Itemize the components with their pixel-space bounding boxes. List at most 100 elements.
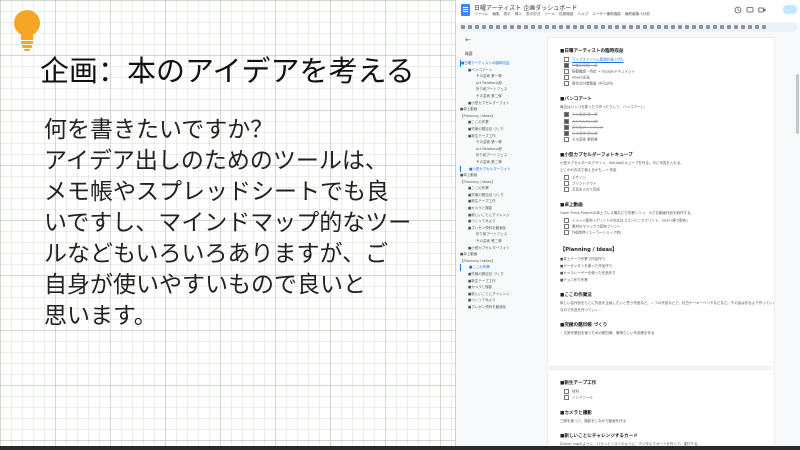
toolbar-button-icon[interactable] bbox=[495, 25, 500, 29]
toolbar-button-icon[interactable] bbox=[523, 25, 528, 29]
comment-icon[interactable] bbox=[746, 6, 754, 14]
outline-item[interactable]: その芸術 第一弾 bbox=[460, 139, 542, 146]
outline-item[interactable]: ■日曜アーティストの臨時収益 bbox=[460, 60, 542, 67]
toolbar-button-icon[interactable] bbox=[572, 25, 577, 29]
outline-item[interactable]: ■卓上動画 bbox=[460, 106, 542, 113]
menu-item[interactable]: 編集 bbox=[492, 12, 499, 16]
outline-item[interactable]: ■プレゼン資料を動画化 bbox=[460, 225, 542, 232]
toolbar-button-icon[interactable] bbox=[488, 25, 493, 29]
outline-item[interactable]: ■つくってみよう bbox=[460, 218, 542, 225]
docs-logo-icon[interactable] bbox=[461, 4, 470, 16]
toolbar-button-icon[interactable] bbox=[579, 25, 584, 29]
document-title[interactable]: 日曜アーティスト 企画ダッシュボード bbox=[474, 3, 577, 12]
toolbar-button-icon[interactable] bbox=[509, 25, 514, 29]
outline-item[interactable]: ■究極の題目目 づくり bbox=[460, 192, 542, 199]
outline-item[interactable]: ■卓上動画 bbox=[460, 251, 542, 258]
toolbar-button-icon[interactable] bbox=[614, 25, 619, 29]
document-page[interactable]: ■日曜アーティストの臨時収益 ライブストリーム配信計画 (7月) 作業系準備 一覧振… bbox=[548, 38, 774, 366]
toolbar-button-icon[interactable] bbox=[481, 25, 486, 29]
history-icon[interactable] bbox=[734, 6, 742, 14]
toolbar-button-icon[interactable] bbox=[698, 25, 703, 29]
outline-item[interactable]: ■バンコアート bbox=[460, 67, 542, 74]
toolbar-button-icon[interactable] bbox=[537, 25, 542, 29]
outline-item[interactable]: ■プレゼン資料を動画化 bbox=[460, 304, 542, 311]
outline-item[interactable]: その芸術 第二弾 bbox=[460, 238, 542, 245]
toolbar-button-icon[interactable] bbox=[740, 25, 745, 29]
outline-item[interactable]: その芸術 第二弾 bbox=[460, 93, 542, 100]
toolbar-button-icon[interactable] bbox=[719, 25, 724, 29]
outline-item[interactable]: ■新生テープ工作 bbox=[460, 133, 542, 140]
toolbar-button-icon[interactable] bbox=[621, 25, 626, 29]
outline-item[interactable]: ■カメラと撮影 bbox=[460, 284, 542, 291]
outline-item[interactable]: 折り紙アートフェス bbox=[460, 152, 542, 159]
outline-item[interactable]: 【Planning / Ideas】 bbox=[460, 258, 542, 265]
outline-item[interactable]: ■新生テープ工作 bbox=[460, 198, 542, 205]
menu-item[interactable]: 拡張機能 bbox=[559, 12, 573, 16]
outline-item[interactable]: ■究極の題目目 づくり bbox=[460, 271, 542, 278]
scrollbar[interactable] bbox=[796, 74, 799, 134]
checklist-link[interactable]: ライブストリーム配信計画 (7月) bbox=[572, 58, 623, 62]
toolbar-button-icon[interactable] bbox=[656, 25, 661, 29]
video-icon[interactable] bbox=[758, 6, 766, 14]
menu-item[interactable]: ファイル bbox=[474, 12, 488, 16]
toolbar-button-icon[interactable] bbox=[642, 25, 647, 29]
toolbar-button-icon[interactable] bbox=[747, 25, 752, 29]
outline-item[interactable]: 折り紙アートフェス bbox=[460, 231, 542, 238]
toolbar-button-icon[interactable] bbox=[600, 25, 605, 29]
outline-item[interactable]: その芸術 第二弾 bbox=[460, 159, 542, 166]
toolbar-button-icon[interactable] bbox=[628, 25, 633, 29]
toolbar-button-icon[interactable] bbox=[761, 25, 766, 29]
outline-item[interactable]: ■卓上動画 bbox=[460, 172, 542, 179]
checklist-item[interactable]: 優先交付業務量 (4円以内) bbox=[560, 81, 764, 87]
toolbar-button-icon[interactable] bbox=[691, 25, 696, 29]
outline-item[interactable]: ■小型カプセルダーフォト bbox=[460, 245, 542, 252]
menu-item[interactable]: 挿入 bbox=[515, 12, 522, 16]
checklist-item[interactable]: 写真を入れて完成 bbox=[560, 187, 764, 193]
toolbar-button-icon[interactable] bbox=[670, 25, 675, 29]
toolbar-button-icon[interactable] bbox=[565, 25, 570, 29]
toolbar-button-icon[interactable] bbox=[502, 25, 507, 29]
toolbar-button-icon[interactable] bbox=[607, 25, 612, 29]
outline-item[interactable]: ■ここの作業 bbox=[460, 264, 542, 271]
outline-item[interactable]: ■カメラと撮影 bbox=[460, 205, 542, 212]
outline-item[interactable]: 【Planning / Ideas】 bbox=[460, 179, 542, 186]
menu-item[interactable]: ツール bbox=[544, 12, 555, 16]
toolbar-button-icon[interactable] bbox=[544, 25, 549, 29]
toolbar-button-icon[interactable] bbox=[635, 25, 640, 29]
toolbar-button-icon[interactable] bbox=[586, 25, 591, 29]
outline-item[interactable]: ■小型カプセルダーフォト bbox=[460, 100, 542, 107]
toolbar-button-icon[interactable] bbox=[663, 25, 668, 29]
outline-item[interactable]: ■つくってみよう bbox=[460, 297, 542, 304]
menu-item[interactable]: 表示形式 bbox=[526, 12, 540, 16]
menu-item[interactable]: ヘルプ bbox=[577, 12, 588, 16]
toolbar-button-icon[interactable] bbox=[649, 25, 654, 29]
menu-item[interactable]: 表示 bbox=[504, 12, 511, 16]
outline-item[interactable]: その芸術 第一弾 bbox=[460, 73, 542, 80]
checklist-item[interactable]: その芸術 第四弾 bbox=[560, 137, 764, 143]
toolbar-button-icon[interactable] bbox=[726, 25, 731, 29]
outline-item[interactable]: ■究極の題目目 づくり bbox=[460, 126, 542, 133]
outline-item[interactable]: 折り紙アートフェス bbox=[460, 86, 542, 93]
toolbar-button-icon[interactable] bbox=[530, 25, 535, 29]
outline-item[interactable]: 【Planning / Ideas】 bbox=[460, 113, 542, 120]
toolbar-button-icon[interactable] bbox=[684, 25, 689, 29]
share-button[interactable] bbox=[783, 5, 797, 14]
toolbar-button-icon[interactable] bbox=[558, 25, 563, 29]
toolbar-button-icon[interactable] bbox=[467, 25, 472, 29]
outline-item[interactable]: ■小型カプセルダーフォト bbox=[460, 165, 542, 173]
toolbar-button-icon[interactable] bbox=[593, 25, 598, 29]
checklist-item[interactable]: ハンドツール bbox=[560, 395, 764, 401]
outline-item[interactable]: Art Relations部 bbox=[460, 80, 542, 87]
toolbar-button-icon[interactable] bbox=[754, 25, 759, 29]
toolbar-button-icon[interactable] bbox=[705, 25, 710, 29]
document-page-2[interactable]: ■新生テープ工作 材料 ハンドツール ■カメラと撮影 三脚を使って、撮影をしながら動画を… bbox=[548, 370, 774, 450]
toolbar-button-icon[interactable] bbox=[460, 25, 465, 29]
outline-item[interactable]: ■新しいことにチャレンジ bbox=[460, 212, 542, 219]
outline-item[interactable]: ■ここの作業 bbox=[460, 185, 542, 192]
checklist-item[interactable]: 作品制作 (ユーラーショップ他) bbox=[560, 230, 764, 236]
menu-item[interactable]: ユーザー補助機能 bbox=[592, 12, 621, 16]
outline-item[interactable]: ■新しいことにチャレンジ bbox=[460, 291, 542, 298]
toolbar-button-icon[interactable] bbox=[474, 25, 479, 29]
toolbar-button-icon[interactable] bbox=[551, 25, 556, 29]
outline-back-icon[interactable]: ← bbox=[465, 36, 542, 44]
